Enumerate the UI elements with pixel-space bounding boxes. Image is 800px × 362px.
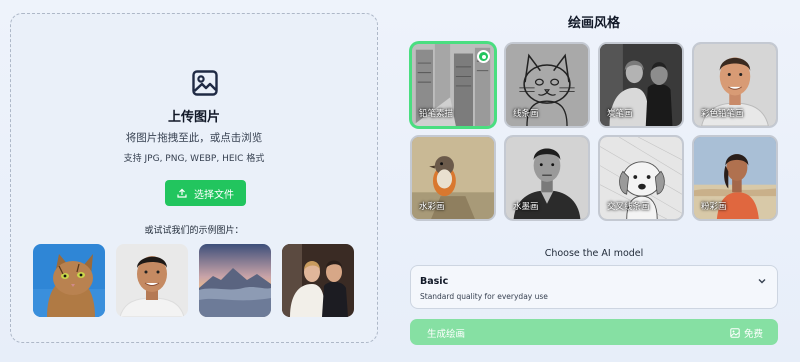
style-section-title: 绘画风格 xyxy=(567,16,620,31)
style-label: 炭笔画 xyxy=(607,109,633,119)
samples-label: 或试试我们的示例图片： xyxy=(144,226,244,236)
style-label: 线条画 xyxy=(513,109,539,119)
upload-dropzone[interactable]: 上传图片 将图片拖拽至此，或点击浏览 支持 JPG, PNG, WEBP, HE… xyxy=(10,13,378,343)
sample-image-man[interactable] xyxy=(116,244,188,317)
sample-image-mountain[interactable] xyxy=(199,244,271,317)
choose-file-button[interactable]: 选择文件 xyxy=(165,180,246,206)
style-label: 水墨画 xyxy=(513,202,539,212)
cost-badge: 免费 xyxy=(730,326,763,340)
choose-file-label: 选择文件 xyxy=(194,189,234,201)
sample-image-wedding[interactable] xyxy=(282,244,354,317)
mountain-landscape-photo-icon xyxy=(199,244,271,317)
model-description: Standard quality for everyday use xyxy=(420,292,548,301)
style-label: 铅笔素描 xyxy=(419,109,454,119)
style-label: 彩色铅笔画 xyxy=(701,109,744,119)
cost-label: 免费 xyxy=(743,329,763,340)
sample-image-cat[interactable] xyxy=(33,244,105,317)
upload-arrow-icon xyxy=(177,188,187,198)
style-label: 水彩画 xyxy=(419,202,445,212)
man-portrait-photo-icon xyxy=(116,244,188,317)
chevron-down-icon xyxy=(758,279,766,284)
supported-formats: 支持 JPG, PNG, WEBP, HEIC 格式 xyxy=(123,154,265,164)
model-section-label: Choose the AI model xyxy=(544,248,644,259)
image-icon xyxy=(730,328,740,338)
image-upload-icon xyxy=(192,70,218,96)
style-option-crosshatch[interactable]: 交叉线条画 xyxy=(598,135,684,221)
style-option-watercolor[interactable]: 水彩画 xyxy=(410,135,496,221)
style-label: 交叉线条画 xyxy=(607,202,650,212)
cat-photo-icon xyxy=(33,244,105,317)
style-option-ink-wash[interactable]: 水墨画 xyxy=(504,135,590,221)
style-option-colored-pencil[interactable]: 彩色铅笔画 xyxy=(692,42,778,128)
wedding-couple-photo-icon xyxy=(282,244,354,317)
style-option-pastel[interactable]: 粉彩画 xyxy=(692,135,778,221)
style-option-pencil-sketch[interactable]: 铅笔素描 xyxy=(410,42,496,128)
generate-drawing-button[interactable]: 生成绘画 免费 xyxy=(410,319,778,345)
upload-title: 上传图片 xyxy=(167,110,220,125)
style-option-charcoal[interactable]: 炭笔画 xyxy=(598,42,684,128)
style-label: 粉彩画 xyxy=(701,202,727,212)
generate-label: 生成绘画 xyxy=(427,329,466,340)
ai-model-select[interactable]: Basic Standard quality for everyday use xyxy=(410,265,778,309)
upload-subtitle: 将图片拖拽至此，或点击浏览 xyxy=(125,132,263,144)
model-name: Basic xyxy=(420,276,449,287)
selected-check-icon xyxy=(477,50,490,63)
style-option-line-drawing[interactable]: 线条画 xyxy=(504,42,590,128)
